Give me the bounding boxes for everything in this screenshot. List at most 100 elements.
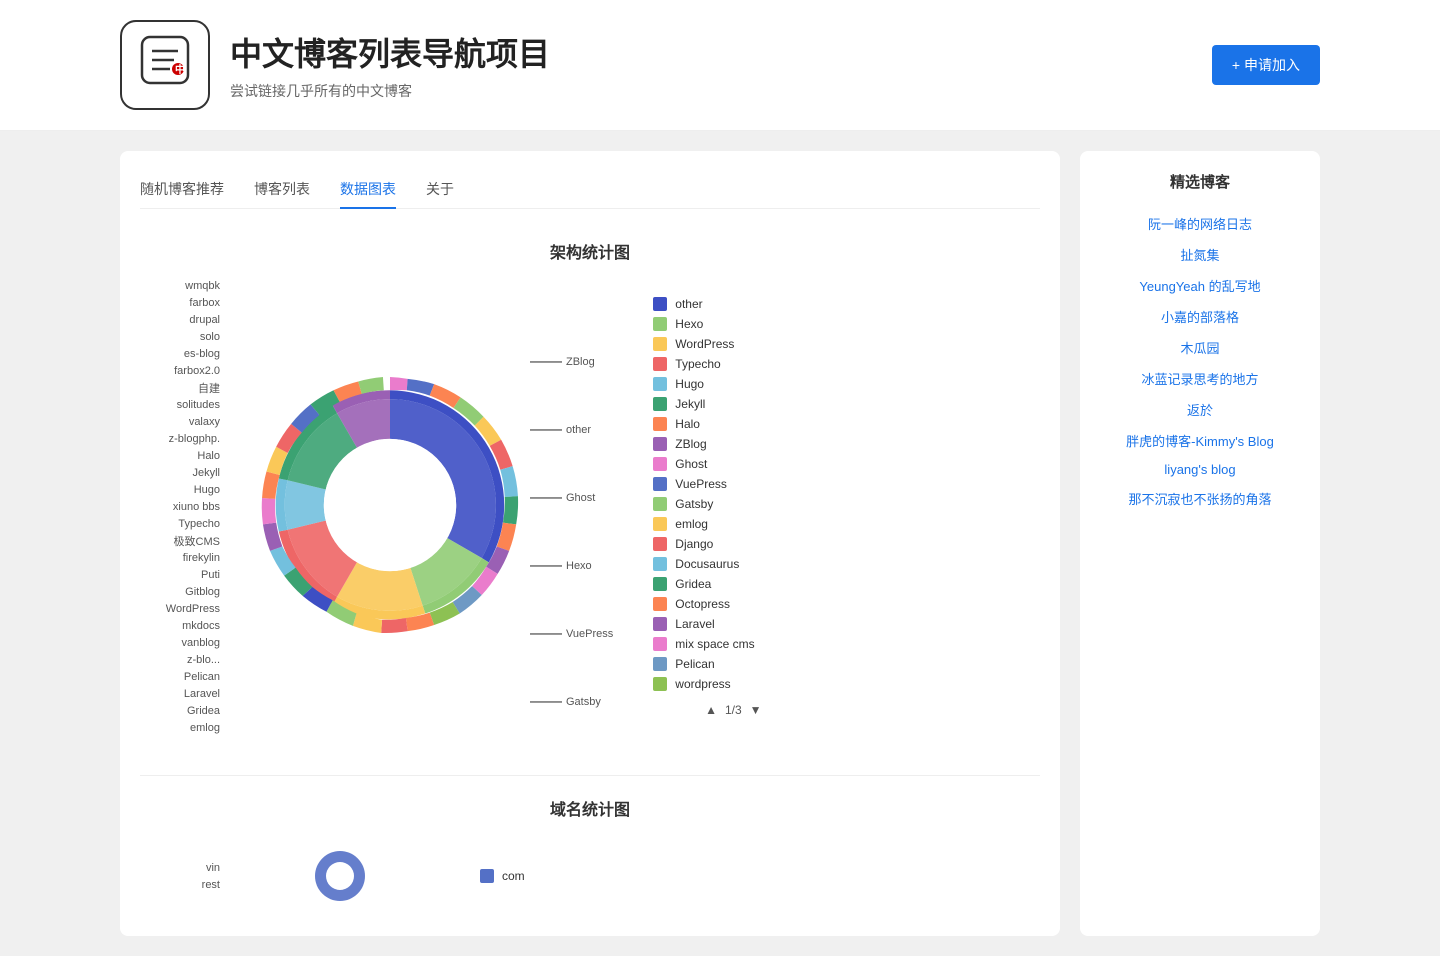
legend-color-com xyxy=(480,869,494,883)
legend-color-typecho xyxy=(653,357,667,371)
legend-label-django: Django xyxy=(675,537,713,551)
sidebar-link-fanyu[interactable]: 返於 xyxy=(1100,394,1300,425)
legend-label-other: other xyxy=(675,297,702,311)
legend-pelican: Pelican xyxy=(653,657,813,671)
legend-gridea: Gridea xyxy=(653,577,813,591)
legend-gatsby: Gatsby xyxy=(653,497,813,511)
label-jizhi: 极致CMS xyxy=(140,534,220,548)
legend-label-wordpress2: wordpress xyxy=(675,677,730,691)
label-pelican: Pelican xyxy=(140,670,220,684)
logo: 中 xyxy=(120,20,210,110)
legend-color-zblog xyxy=(653,437,667,451)
sidebar-link-chedan[interactable]: 扯氮集 xyxy=(1100,239,1300,270)
legend-label-octopress: Octopress xyxy=(675,597,730,611)
label-zblo: z-blo... xyxy=(140,653,220,667)
sidebar-link-liyang[interactable]: liyang's blog xyxy=(1100,456,1300,483)
rlabel-other: ——other xyxy=(530,421,613,439)
legend-emlog: emlog xyxy=(653,517,813,531)
legend-laravel: Laravel xyxy=(653,617,813,631)
legend-label-vuepress: VuePress xyxy=(675,477,727,491)
legend-wordpress2: wordpress xyxy=(653,677,813,691)
chart1-title: 架构统计图 xyxy=(140,239,1040,263)
logo-icon: 中 xyxy=(138,33,192,97)
chart1-right-labels: ——ZBlog ——other ——Ghost ——Hexo ——VuePres… xyxy=(530,323,613,711)
label-vin: vin xyxy=(140,861,220,875)
label-firekylin: firekylin xyxy=(140,551,220,565)
legend-color-wordpress xyxy=(653,337,667,351)
legend-wordpress: WordPress xyxy=(653,337,813,351)
chart2-legend: com xyxy=(480,869,640,883)
legend-color-emlog xyxy=(653,517,667,531)
sidebar-link-xiaojia[interactable]: 小嘉的部落格 xyxy=(1100,301,1300,332)
chart1-section: 架构统计图 wmqbk farbox drupal solo es-blog f… xyxy=(140,229,1040,745)
legend-typecho: Typecho xyxy=(653,357,813,371)
sidebar-link-mugua[interactable]: 木瓜园 xyxy=(1100,332,1300,363)
legend-color-gatsby xyxy=(653,497,667,511)
tab-bar: 随机博客推荐 博客列表 数据图表 关于 xyxy=(140,171,1040,209)
legend-label-halo: Halo xyxy=(675,417,700,431)
chart1-legend: other Hexo WordPress Typecho xyxy=(653,297,813,717)
tab-list[interactable]: 博客列表 xyxy=(254,171,310,209)
label-typecho: Typecho xyxy=(140,517,220,531)
content-area: 随机博客推荐 博客列表 数据图表 关于 架构统计图 wmqbk farbox d… xyxy=(120,151,1060,936)
label-hugo: Hugo xyxy=(140,483,220,497)
rlabel-vuepress: ——VuePress xyxy=(530,625,613,643)
legend-mixspace: mix space cms xyxy=(653,637,813,651)
sidebar-link-binglan[interactable]: 冰蓝记录思考的地方 xyxy=(1100,363,1300,394)
chart1-container: wmqbk farbox drupal solo es-blog farbox2… xyxy=(140,279,1040,735)
rlabel-zblog: ——ZBlog xyxy=(530,353,613,371)
rlabel-hexo: ——Hexo xyxy=(530,557,613,575)
legend-color-gridea xyxy=(653,577,667,591)
legend-com: com xyxy=(480,869,640,883)
legend-label-com: com xyxy=(502,869,525,883)
legend-color-wordpress2 xyxy=(653,677,667,691)
next-page-icon[interactable]: ▼ xyxy=(750,703,762,717)
sidebar-link-nachenji[interactable]: 那不沉寂也不张扬的角落 xyxy=(1100,483,1300,514)
page-indicator: 1/3 xyxy=(725,703,742,717)
header: 中 中文博客列表导航项目 尝试链接几乎所有的中文博客 + 申请加入 xyxy=(0,0,1440,131)
label-wordpress: WordPress xyxy=(140,602,220,616)
label-solo: solo xyxy=(140,330,220,344)
label-zijian: 自建 xyxy=(140,381,220,395)
label-rest: rest xyxy=(140,878,220,892)
sidebar-title: 精选博客 xyxy=(1100,171,1300,192)
chart2-donut-placeholder xyxy=(240,836,440,916)
label-farbox2: farbox2.0 xyxy=(140,364,220,378)
label-vanblog: vanblog xyxy=(140,636,220,650)
legend-color-ghost xyxy=(653,457,667,471)
tab-random[interactable]: 随机博客推荐 xyxy=(140,171,224,209)
legend-label-typecho: Typecho xyxy=(675,357,720,371)
label-gridea: Gridea xyxy=(140,704,220,718)
sidebar-link-panghu[interactable]: 胖虎的博客-Kimmy's Blog xyxy=(1100,425,1300,456)
legend-label-wordpress: WordPress xyxy=(675,337,734,351)
sidebar-link-ruanyifeng[interactable]: 阮一峰的网络日志 xyxy=(1100,208,1300,239)
legend-color-mixspace xyxy=(653,637,667,651)
main-wrapper: 随机博客推荐 博客列表 数据图表 关于 架构统计图 wmqbk farbox d… xyxy=(0,131,1440,956)
sidebar-link-yeungyeah[interactable]: YeungYeah 的乱写地 xyxy=(1100,270,1300,301)
label-zblogphp: z-blogphp. xyxy=(140,432,220,446)
label-valaxy: valaxy xyxy=(140,415,220,429)
legend-zblog: ZBlog xyxy=(653,437,813,451)
chart1-left-labels: wmqbk farbox drupal solo es-blog farbox2… xyxy=(140,279,220,735)
svg-text:中: 中 xyxy=(175,63,185,76)
label-xiunobbs: xiuno bbs xyxy=(140,500,220,514)
chart2-section: 域名统计图 vin rest com xyxy=(140,775,1040,916)
tab-about[interactable]: 关于 xyxy=(426,171,454,209)
label-halo: Halo xyxy=(140,449,220,463)
legend-label-emlog: emlog xyxy=(675,517,708,531)
prev-page-icon[interactable]: ▲ xyxy=(705,703,717,717)
label-esblog: es-blog xyxy=(140,347,220,361)
legend-label-gatsby: Gatsby xyxy=(675,497,713,511)
legend-color-vuepress xyxy=(653,477,667,491)
legend-django: Django xyxy=(653,537,813,551)
legend-vuepress: VuePress xyxy=(653,477,813,491)
tab-charts[interactable]: 数据图表 xyxy=(340,171,396,209)
legend-pagination: ▲ 1/3 ▼ xyxy=(653,703,813,717)
legend-label-jekyll: Jekyll xyxy=(675,397,705,411)
label-jekyll: Jekyll xyxy=(140,466,220,480)
apply-button[interactable]: + 申请加入 xyxy=(1212,45,1320,85)
label-wmqbk: wmqbk xyxy=(140,279,220,293)
header-text: 中文博客列表导航项目 尝试链接几乎所有的中文博客 xyxy=(230,29,550,101)
label-mkdocs: mkdocs xyxy=(140,619,220,633)
sidebar: 精选博客 阮一峰的网络日志 扯氮集 YeungYeah 的乱写地 小嘉的部落格 … xyxy=(1080,151,1320,936)
